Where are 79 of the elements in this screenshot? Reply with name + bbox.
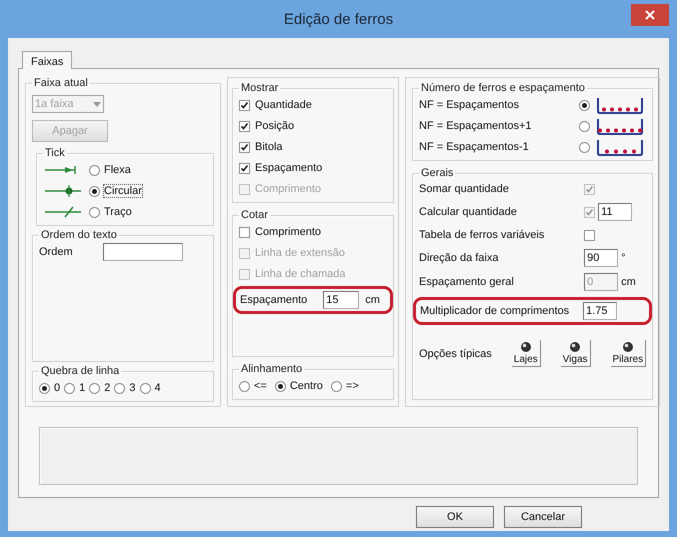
option-label: NF = Espaçamentos+1	[419, 120, 532, 132]
radio-button[interactable]	[89, 164, 100, 176]
group-title: Mostrar	[241, 82, 278, 94]
group-title: Número de ferros e espaçamento	[421, 82, 585, 94]
ball-icon	[520, 341, 532, 353]
tick-icon	[43, 206, 83, 218]
ball-icon	[569, 341, 582, 353]
radio-label[interactable]: 0	[54, 382, 60, 394]
radio-label[interactable]: Flexa	[104, 164, 131, 176]
checkbox-label[interactable]: Espaçamento	[255, 162, 322, 174]
window-title: Edição de ferros	[284, 10, 394, 28]
checkbox-label[interactable]: Posição	[255, 120, 294, 132]
field-label: Somar quantidade	[419, 183, 510, 195]
group-title: Alinhamento	[241, 363, 302, 375]
radio-button[interactable]	[579, 120, 590, 132]
radio-button[interactable]	[140, 382, 150, 394]
tick-icon	[43, 185, 83, 197]
ball-icon	[622, 341, 634, 353]
unit-label: cm	[365, 294, 380, 306]
caret-icon	[93, 102, 101, 106]
unit-label: cm	[621, 276, 636, 288]
radio-button[interactable]	[330, 380, 342, 392]
field-label: Multiplicador de comprimentos	[420, 305, 570, 317]
field-label: Ordem	[39, 246, 73, 258]
dialog-button[interactable]: Cancelar	[504, 506, 582, 528]
field-label: Calcular quantidade	[419, 206, 518, 218]
checkbox[interactable]	[239, 142, 250, 152]
radio-label[interactable]: =>	[346, 380, 359, 392]
checkbox[interactable]	[239, 226, 250, 238]
text-field[interactable]: 90	[584, 249, 618, 267]
radio-button[interactable]	[274, 380, 286, 392]
group-title: Faixa atual	[34, 77, 88, 89]
group-title: Quebra de linha	[41, 365, 120, 377]
group-title: Gerais	[421, 167, 454, 179]
field-label: Direção da faixa	[419, 252, 500, 264]
tab[interactable]: Faixas	[22, 51, 72, 69]
field-label: Tabela de ferros variáveis	[419, 229, 546, 241]
radio-button[interactable]	[39, 382, 50, 394]
field-label: Opções típicas	[419, 348, 492, 360]
radio-button[interactable]	[89, 206, 100, 218]
unit-label: °	[621, 252, 626, 264]
checkbox-label[interactable]: Bitola	[255, 141, 283, 153]
text-field[interactable]	[102, 243, 183, 261]
checkbox[interactable]	[239, 100, 250, 110]
close-button[interactable]	[631, 4, 669, 26]
text-field[interactable]: 1.75	[583, 302, 618, 320]
checkbox-label[interactable]: Quantidade	[255, 99, 312, 111]
radio-label[interactable]: Circular	[104, 185, 142, 197]
close-icon	[645, 10, 655, 20]
checkbox[interactable]	[584, 230, 596, 240]
radio-label[interactable]: Centro	[290, 380, 323, 392]
option-button[interactable]: Pilares	[610, 340, 646, 367]
option-label: NF = Espaçamentos-1	[419, 141, 529, 153]
radio-label[interactable]: 2	[104, 382, 110, 394]
checkbox-label[interactable]: Comprimento	[255, 226, 322, 238]
checkbox[interactable]	[239, 162, 250, 174]
radio-button[interactable]	[114, 382, 126, 394]
option-button[interactable]: Vigas	[560, 340, 591, 367]
group-title: Tick	[45, 147, 65, 159]
radio-label[interactable]: 4	[154, 382, 161, 394]
radio-button[interactable]	[89, 382, 100, 394]
radio-button[interactable]	[239, 380, 250, 392]
group-title: Cotar	[241, 209, 268, 221]
group-title: Ordem do texto	[41, 229, 117, 241]
radio-button[interactable]	[64, 382, 76, 394]
radio-label[interactable]: Traço	[104, 206, 132, 218]
checkbox[interactable]	[239, 120, 250, 132]
option-button[interactable]: Lajes	[512, 340, 541, 367]
radio-label[interactable]: 1	[79, 382, 86, 394]
field-label: Espaçamento geral	[419, 276, 515, 288]
radio-button[interactable]	[579, 100, 590, 110]
text-field[interactable]: 15	[323, 291, 360, 309]
radio-button[interactable]	[579, 142, 590, 152]
dialog-button[interactable]: OK	[416, 506, 494, 528]
option-label: NF = Espaçamentos	[419, 99, 519, 111]
radio-label[interactable]: 3	[129, 382, 136, 394]
radio-label[interactable]: <=	[254, 380, 267, 392]
radio-button[interactable]	[89, 186, 100, 196]
field-label: Espaçamento	[240, 294, 308, 306]
